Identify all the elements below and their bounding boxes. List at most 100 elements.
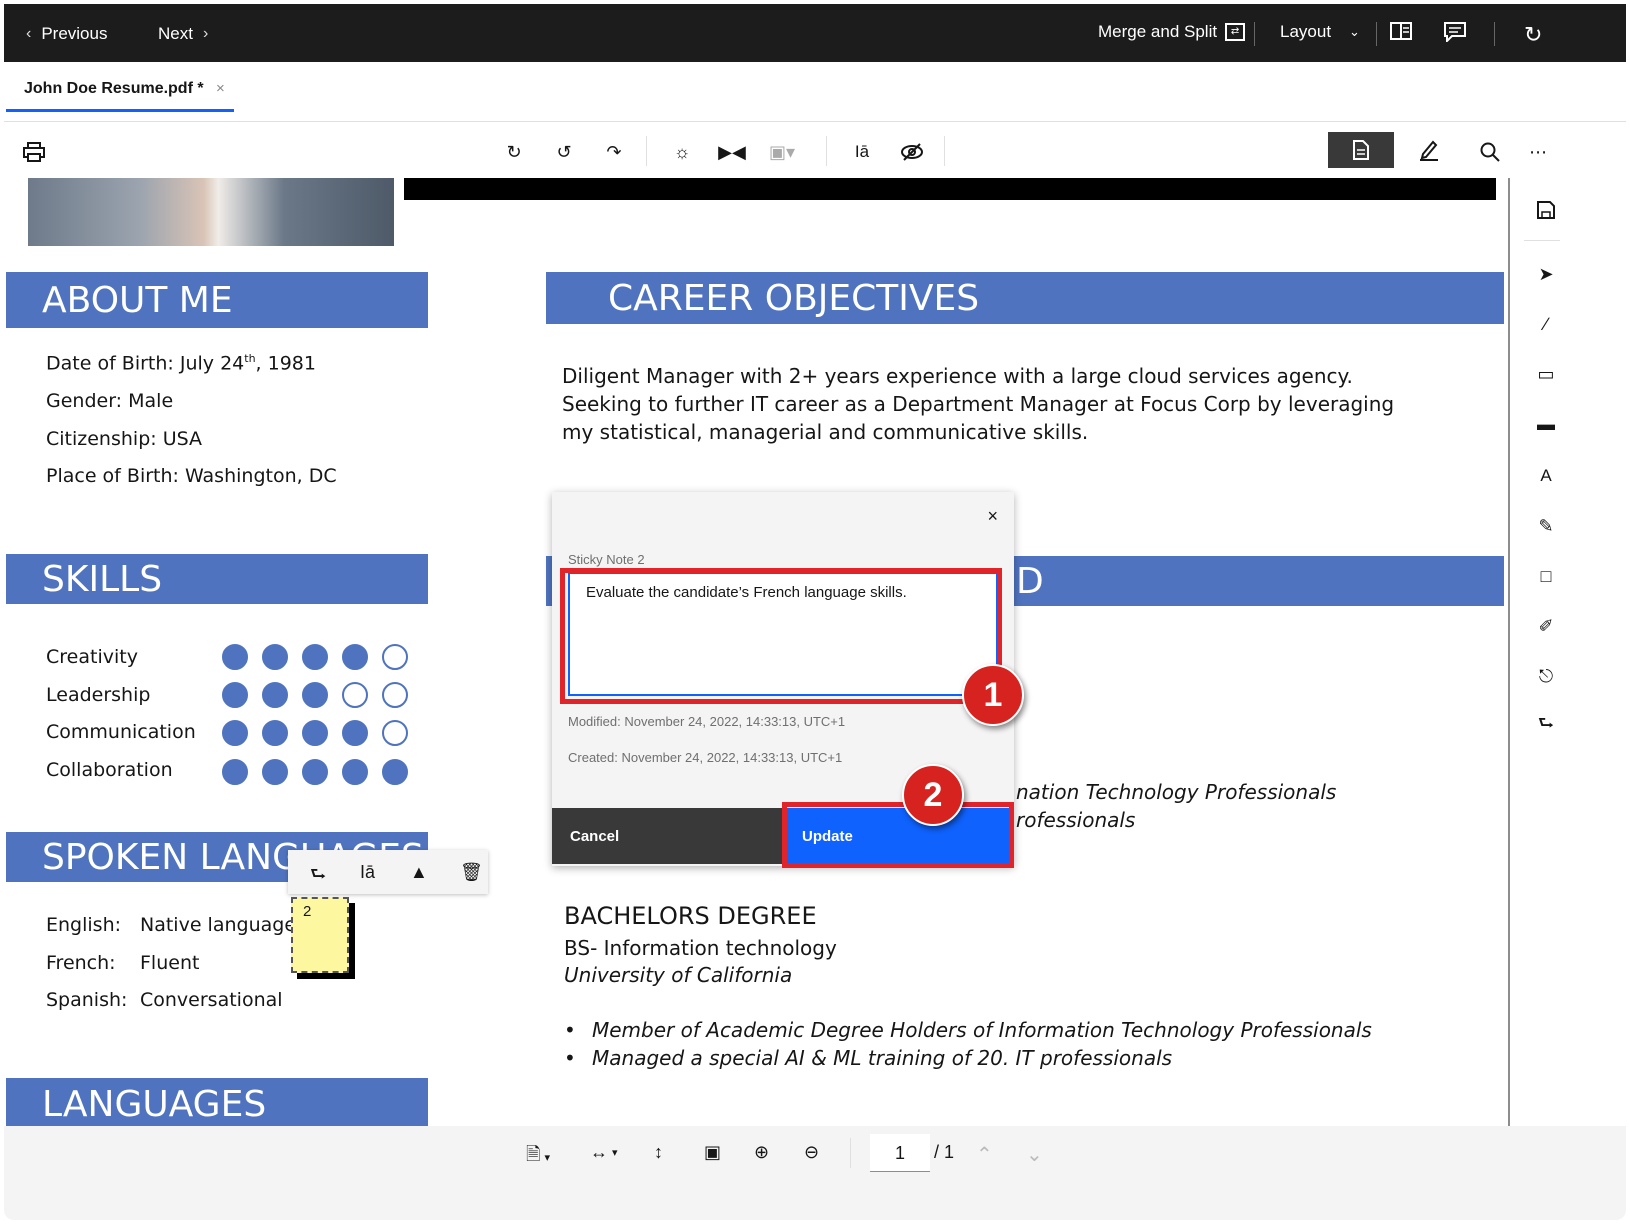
- cancel-button[interactable]: Cancel: [552, 808, 782, 864]
- text-icon[interactable]: A: [1532, 462, 1560, 490]
- layout-dropdown[interactable]: Layout ⌄: [1280, 22, 1360, 42]
- chevron-down-icon: ⌄: [1349, 24, 1360, 39]
- overflow-menu-icon[interactable]: ⋯: [1526, 140, 1550, 164]
- sticky-note-number: 2: [303, 903, 312, 920]
- undo-icon[interactable]: ⮑: [1532, 712, 1560, 740]
- next-page-icon[interactable]: ⌄: [1026, 1142, 1043, 1167]
- sticky-note-annotation[interactable]: 2: [291, 897, 349, 973]
- rotate-clockwise-icon[interactable]: ↻: [502, 140, 526, 164]
- zoom-in-icon[interactable]: ⊕: [754, 1142, 769, 1163]
- skill-rating: [222, 682, 408, 708]
- language-level: Fluent: [140, 952, 200, 974]
- career-objectives-text: Diligent Manager with 2+ years experienc…: [562, 364, 1395, 444]
- close-icon[interactable]: ×: [987, 506, 998, 527]
- sticky-note-label: Sticky Note 2: [568, 552, 645, 567]
- callout-highlight-update: [782, 802, 1014, 868]
- next-button[interactable]: Next ›: [158, 24, 208, 44]
- delete-icon[interactable]: 🗑: [460, 862, 483, 883]
- page-total: / 1: [934, 1142, 955, 1162]
- rotate-counterclockwise-icon[interactable]: ↺: [552, 140, 576, 164]
- brightness-icon[interactable]: ☼: [670, 140, 694, 164]
- page-controls-bar: 🗎 ▾ ↔ ▾ ↕ ▣ ⊕ ⊖ 1 / 1 ⌃ ⌄: [4, 1126, 1626, 1182]
- annotation-toolbar: ⮑ Iā ▲ 🗑: [288, 850, 488, 894]
- languages-heading: LANGUAGES: [6, 1078, 428, 1126]
- language-level: Native language: [140, 914, 297, 936]
- previous-page-icon[interactable]: ⌃: [976, 1142, 993, 1167]
- callout-badge: 1: [962, 664, 1024, 726]
- callout-highlight-textarea: [560, 568, 1002, 704]
- date-of-birth: Date of Birth: July 24th, 1981: [46, 352, 316, 375]
- rectangle-icon[interactable]: ▭: [1532, 360, 1560, 388]
- document-icon: [1353, 140, 1369, 160]
- divider: [1494, 22, 1495, 46]
- modified-timestamp: Modified: November 24, 2022, 14:33:13, U…: [568, 714, 846, 729]
- stamp-icon[interactable]: ⎋: [1532, 662, 1560, 690]
- top-navigation-bar: ‹ Previous Next › Merge and Split ⇄ Layo…: [4, 4, 1626, 62]
- place-of-birth: Place of Birth: Washington, DC: [46, 465, 337, 487]
- document-tabs: John Doe Resume.pdf * ×: [4, 62, 1626, 122]
- zoom-out-icon[interactable]: ⊖: [804, 1142, 819, 1163]
- skill-name: Creativity: [46, 646, 138, 668]
- annotate-mode-button[interactable]: [1396, 132, 1462, 168]
- text-select-icon[interactable]: Iā: [850, 140, 874, 164]
- fit-width-icon[interactable]: ↔ ▾: [590, 1142, 618, 1163]
- list-item: Managed a special AI & ML training of 20…: [564, 1046, 1172, 1070]
- comments-icon[interactable]: [1444, 22, 1466, 42]
- obscured-text: rofessionals: [1016, 808, 1136, 832]
- next-label: Next: [158, 24, 193, 43]
- previous-button[interactable]: ‹ Previous: [26, 24, 107, 44]
- panel-toggle-icon[interactable]: [1390, 22, 1412, 40]
- hide-annotations-icon[interactable]: [900, 140, 924, 164]
- page-number-input[interactable]: 1: [870, 1134, 930, 1172]
- filled-rectangle-icon[interactable]: ▬: [1532, 410, 1560, 438]
- search-icon[interactable]: [1478, 140, 1502, 164]
- highlight-icon[interactable]: ✎: [1532, 512, 1560, 540]
- skill-rating: [222, 720, 408, 746]
- fit-page-icon[interactable]: ▣: [704, 1142, 721, 1163]
- select-pointer-icon[interactable]: ➤: [1532, 260, 1560, 288]
- text-style-icon[interactable]: Iā: [360, 862, 375, 883]
- view-mode-button[interactable]: [1328, 132, 1394, 168]
- degree-field: BS- Information technology: [564, 936, 837, 960]
- document-toolbar: ↻ ↺ ↷ ☼ ▶◀ ▣▾ Iā ⋯: [4, 122, 1626, 178]
- print-icon[interactable]: [22, 140, 46, 164]
- skill-name: Collaboration: [46, 759, 173, 781]
- signature-icon[interactable]: ✐: [1532, 612, 1560, 640]
- page-view-icon[interactable]: 🗎 ▾: [526, 1142, 550, 1172]
- degree-title: BACHELORS DEGREE: [564, 902, 817, 930]
- about-me-heading: ABOUT ME: [6, 272, 428, 328]
- merge-split-label: Merge and Split: [1098, 22, 1218, 41]
- pen-icon: [1420, 140, 1438, 161]
- save-icon[interactable]: [1532, 196, 1560, 224]
- career-objectives-heading: CAREER OBJECTIVES: [546, 272, 1504, 324]
- refresh-icon[interactable]: ↻: [1524, 22, 1542, 48]
- merge-split-icon: ⇄: [1225, 23, 1246, 41]
- skill-name: Communication: [46, 721, 196, 743]
- language-name: English:: [46, 914, 122, 936]
- reply-icon[interactable]: ⮑: [310, 862, 326, 892]
- close-icon[interactable]: ×: [216, 80, 225, 97]
- fill-color-icon[interactable]: ▲: [410, 862, 428, 883]
- previous-label: Previous: [41, 24, 108, 43]
- merge-split-button[interactable]: Merge and Split ⇄: [1098, 22, 1246, 42]
- annotation-tools-rail: ➤ ∕ ▭ ▬ A ✎ □ ✐ ⎋ ⮑: [1508, 178, 1626, 1126]
- sticky-note-icon[interactable]: □: [1532, 562, 1560, 590]
- divider: [1254, 22, 1255, 46]
- gender: Gender: Male: [46, 390, 174, 412]
- skill-name: Leadership: [46, 684, 151, 706]
- divider: [646, 136, 647, 166]
- tab-john-doe-resume[interactable]: John Doe Resume.pdf * ×: [6, 62, 234, 112]
- created-timestamp: Created: November 24, 2022, 14:33:13, UT…: [568, 750, 843, 765]
- flip-icon[interactable]: ▶◀: [718, 140, 746, 164]
- redo-icon[interactable]: ↷: [602, 140, 626, 164]
- line-icon[interactable]: ∕: [1532, 310, 1560, 338]
- skill-rating: [222, 644, 408, 670]
- divider: [1524, 240, 1560, 241]
- fit-height-icon[interactable]: ↕: [654, 1142, 663, 1163]
- skills-heading: SKILLS: [6, 554, 428, 604]
- layout-label: Layout: [1280, 22, 1332, 41]
- skill-rating: [222, 759, 408, 785]
- image-icon[interactable]: ▣▾: [769, 140, 795, 164]
- obscured-text: nation Technology Professionals: [1016, 780, 1337, 804]
- language-name: French:: [46, 952, 116, 974]
